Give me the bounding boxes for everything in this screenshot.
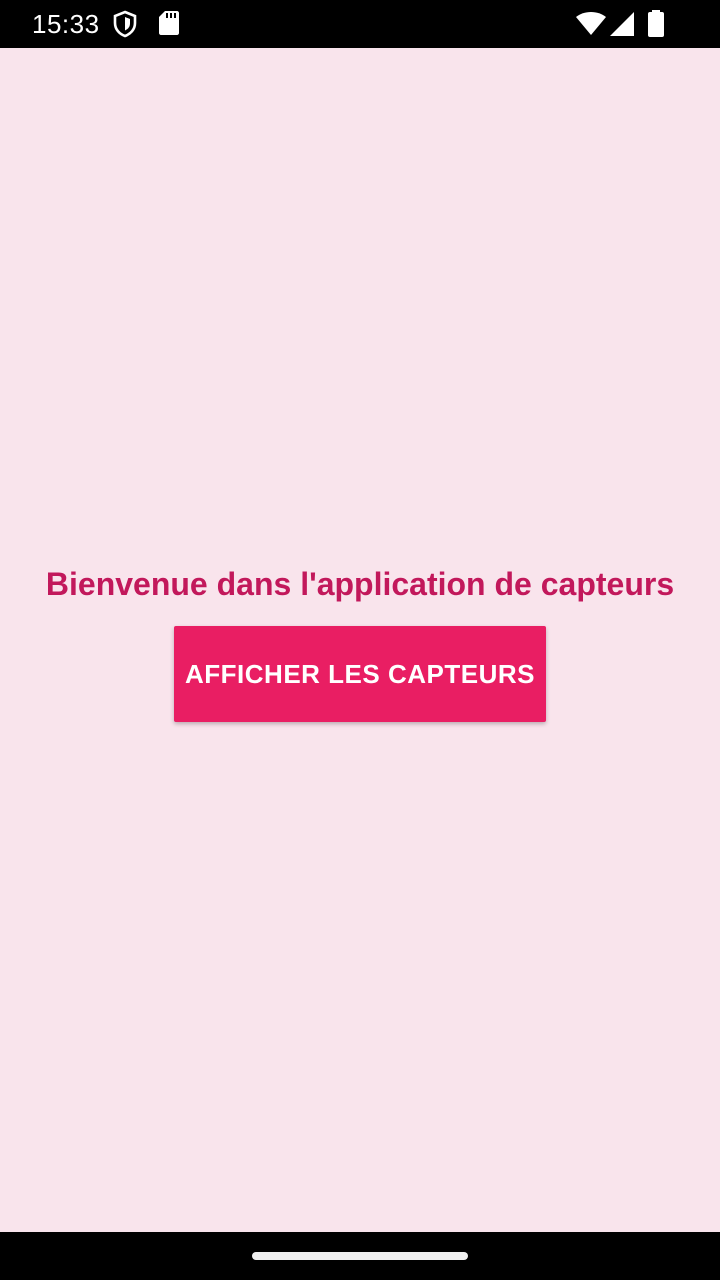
phone-screen: 15:33 Bienvenue dans l'application de ca… [0, 0, 720, 1280]
shield-icon [112, 10, 138, 43]
sd-card-icon [158, 10, 180, 41]
wifi-icon [575, 12, 607, 41]
status-time: 15:33 [32, 9, 100, 39]
signal-icon [609, 12, 635, 41]
main-content: Bienvenue dans l'application de capteurs… [0, 48, 720, 1232]
welcome-title: Bienvenue dans l'application de capteurs [45, 566, 675, 602]
battery-icon [647, 10, 665, 43]
status-bar: 15:33 [0, 0, 720, 48]
show-sensors-button[interactable]: AFFICHER LES CAPTEURS [174, 626, 546, 722]
navigation-bar [0, 1232, 720, 1280]
home-gesture-handle[interactable] [252, 1252, 468, 1260]
